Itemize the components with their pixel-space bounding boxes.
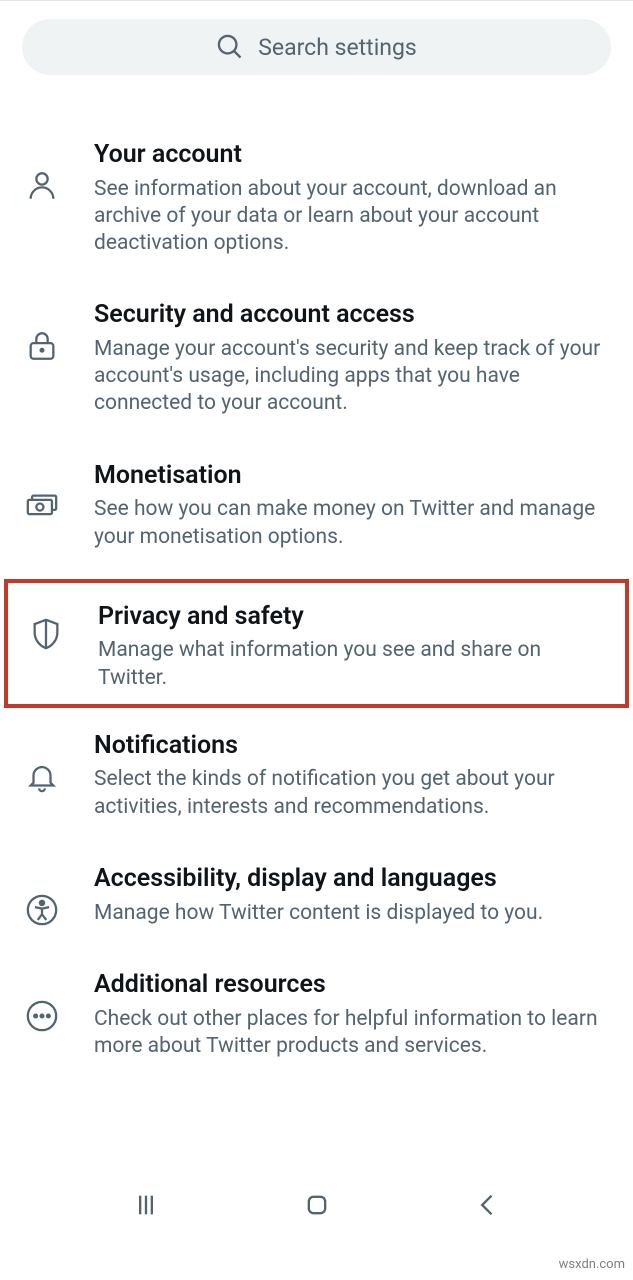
item-title: Additional resources [94,969,615,1002]
item-content: Accessibility, display and languages Man… [94,863,615,927]
item-content: Notifications Select the kinds of notifi… [94,730,615,821]
item-content: Your account See information about your … [94,139,615,257]
item-title: Accessibility, display and languages [94,863,615,896]
item-title: Notifications [94,730,615,763]
icon-wrap [18,730,66,794]
recents-button[interactable] [132,1191,160,1219]
item-content: Security and account access Manage your … [94,299,615,417]
watermark: wsxdn.com [559,1257,625,1272]
more-icon [25,999,59,1033]
back-button[interactable] [474,1191,502,1219]
item-desc: Select the kinds of notification you get… [94,766,615,821]
item-title: Privacy and safety [98,601,611,634]
lock-icon [25,329,59,363]
icon-wrap [18,863,66,927]
search-icon [216,33,244,61]
item-content: Additional resources Check out other pla… [94,969,615,1060]
item-desc: See how you can make money on Twitter an… [94,496,615,551]
item-desc: Check out other places for helpful infor… [94,1006,615,1061]
search-input[interactable]: Search settings [22,19,611,75]
shield-icon [29,617,63,651]
android-nav-bar [0,1175,633,1235]
item-title: Your account [94,139,615,172]
settings-item-notifications[interactable]: Notifications Select the kinds of notifi… [0,716,633,849]
settings-item-your-account[interactable]: Your account See information about your … [0,125,633,285]
icon-wrap [18,460,66,524]
settings-item-additional-resources[interactable]: Additional resources Check out other pla… [0,955,633,1088]
item-desc: Manage your account's security and keep … [94,336,615,418]
icon-wrap [18,139,66,203]
settings-list: Your account See information about your … [0,125,633,1088]
bell-icon [25,760,59,794]
accessibility-icon [25,893,59,927]
item-desc: See information about your account, down… [94,176,615,258]
item-title: Monetisation [94,460,615,493]
icon-wrap [22,601,70,651]
search-placeholder: Search settings [258,34,417,61]
settings-item-privacy-safety[interactable]: Privacy and safety Manage what informati… [4,579,629,708]
settings-item-accessibility[interactable]: Accessibility, display and languages Man… [0,849,633,955]
search-container: Search settings [0,19,633,75]
settings-item-monetisation[interactable]: Monetisation See how you can make money … [0,446,633,579]
person-icon [25,169,59,203]
item-desc: Manage how Twitter content is displayed … [94,900,615,927]
home-button[interactable] [303,1191,331,1219]
top-divider [0,0,633,1]
item-content: Monetisation See how you can make money … [94,460,615,551]
settings-item-security[interactable]: Security and account access Manage your … [0,285,633,445]
icon-wrap [18,969,66,1033]
item-content: Privacy and safety Manage what informati… [98,601,611,692]
item-desc: Manage what information you see and shar… [98,637,611,692]
money-icon [25,490,59,524]
icon-wrap [18,299,66,363]
item-title: Security and account access [94,299,615,332]
